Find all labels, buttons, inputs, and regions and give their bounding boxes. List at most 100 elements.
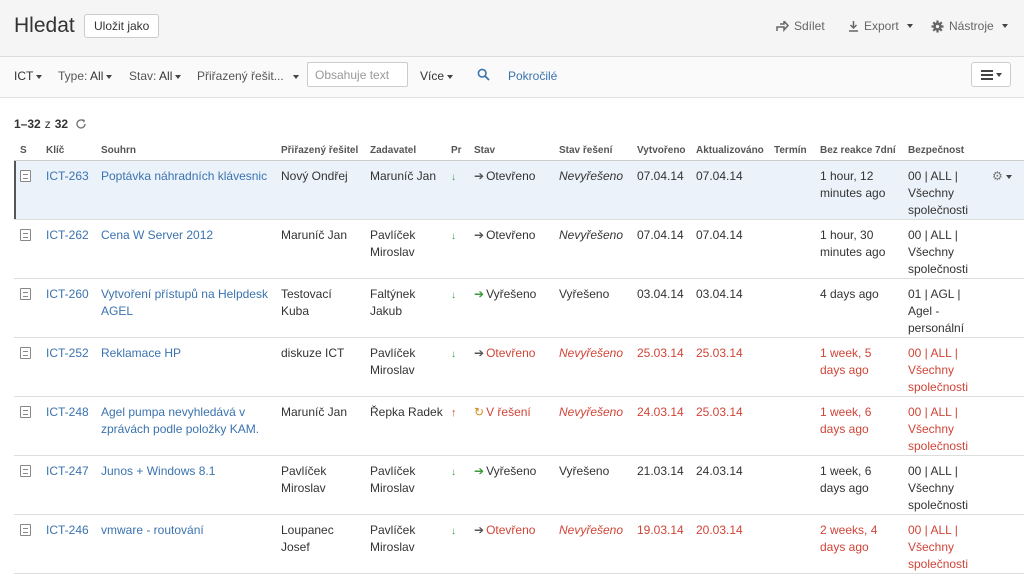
issue-key-link[interactable]: ICT-247 [40,455,95,515]
issue-summary-link[interactable]: Junos + Windows 8.1 [95,455,275,515]
assignee-cell: Pavlíček Miroslav [275,455,364,515]
issue-type-cell [14,160,40,220]
resolved-status-icon: ➔ [474,464,485,478]
chevron-down-icon [175,74,182,79]
page-title: Hledat [14,14,75,37]
issue-key-link[interactable]: ICT-252 [40,337,95,397]
column-header[interactable]: Bez reakce 7dní [814,141,902,161]
security-cell: 00 | ALL | Všechny společnosti [902,455,986,515]
open-status-icon: ➔ [474,169,485,183]
column-header[interactable]: Vytvořeno [631,141,690,161]
chevron-down-icon [293,74,300,79]
export-menu[interactable]: Export [848,19,913,33]
column-header[interactable]: Termín [768,141,814,161]
created-cell: 07.04.14 [631,160,690,220]
status-cell: ➔ Otevřeno [468,160,553,220]
priority-cell: ↓ [445,219,468,279]
export-label: Export [864,19,899,33]
due-cell [768,396,814,456]
row-actions-cell [986,514,1024,574]
assignee-cell: Maruníč Jan [275,219,364,279]
table-row[interactable]: ICT-263 Poptávka náhradních klávesnic Nový… [14,160,1024,220]
issue-summary-link[interactable]: vmware - routování [95,514,275,574]
chevron-down-icon [447,74,454,79]
created-cell: 03.04.14 [631,278,690,338]
column-header[interactable]: Zadavatel [364,141,445,161]
assignee-cell: Testovací Kuba [275,278,364,338]
resolution-cell: Nevyřešeno [553,160,631,220]
more-filters-label: Více [420,69,445,83]
reporter-cell: Řepka Radek [364,396,445,456]
refresh-icon[interactable] [75,118,87,130]
type-filter-label: Type: [58,69,88,83]
status-filter[interactable]: Stav: All [129,69,182,83]
column-header[interactable]: S [14,141,40,161]
assignee-cell: Nový Ondřej [275,160,364,220]
security-cell: 01 | AGL | Agel - personální [902,278,986,338]
status-label: Otevřeno [486,346,536,360]
chevron-down-icon [906,24,913,28]
row-actions-button[interactable]: ⚙ [992,169,1012,183]
column-header[interactable]: Souhrn [95,141,275,161]
share-button[interactable]: Sdílet [776,19,825,33]
type-filter[interactable]: Type: All [58,69,113,83]
assignee-filter-label: Přiřazený řešit... [197,69,284,83]
column-header[interactable]: Pr [445,141,468,161]
priority-cell: ↑ [445,396,468,456]
open-status-icon: ➔ [474,346,485,360]
column-header[interactable]: Přiřazený řešitel [275,141,364,161]
issue-key-link[interactable]: ICT-262 [40,219,95,279]
updated-cell: 25.03.14 [690,396,768,456]
tools-menu[interactable]: Nástroje [931,19,1008,33]
advanced-search-link[interactable]: Pokročilé [508,69,557,83]
priority-low-icon: ↓ [451,467,456,478]
assignee-filter[interactable]: Přiřazený řešit... [197,69,300,83]
column-header[interactable]: Stav [468,141,553,161]
task-icon [20,170,31,182]
row-actions-cell [986,219,1024,279]
column-header[interactable]: Aktualizováno [690,141,768,161]
issue-key-link[interactable]: ICT-263 [40,160,95,220]
column-header[interactable]: Stav řešení [553,141,631,161]
security-cell: 00 | ALL | Všechny společnosti [902,160,986,220]
open-status-icon: ➔ [474,523,485,537]
issue-summary-link[interactable]: Agel pumpa nevyhledává v zprávách podle … [95,396,275,456]
table-row[interactable]: ICT-248 Agel pumpa nevyhledává v zprávách… [14,396,1024,456]
issue-type-cell [14,396,40,456]
text-search-input[interactable] [307,62,408,87]
created-cell: 24.03.14 [631,396,690,456]
no-reaction-cell: 1 hour, 30 minutes ago [814,219,902,279]
table-row[interactable]: ICT-262 Cena W Server 2012 Maruníč Jan Pavl… [14,219,1024,279]
resolution-cell: Nevyřešeno [553,337,631,397]
layout-menu-button[interactable] [971,62,1011,87]
save-as-button[interactable]: Uložit jako [84,14,160,38]
updated-cell: 03.04.14 [690,278,768,338]
issue-summary-link[interactable]: Vytvoření přístupů na Helpdesk AGEL [95,278,275,338]
status-filter-value: All [159,69,173,83]
issue-key-link[interactable]: ICT-260 [40,278,95,338]
task-icon [20,288,31,300]
more-filters[interactable]: Více [420,69,454,83]
gear-icon [931,19,944,33]
resolution-cell: Nevyřešeno [553,514,631,574]
table-row[interactable]: ICT-246 vmware - routování Loupanec Josef P… [14,514,1024,574]
issue-key-link[interactable]: ICT-248 [40,396,95,456]
table-row[interactable]: ICT-247 Junos + Windows 8.1 Pavlíček Miros… [14,455,1024,515]
reporter-cell: Pavlíček Miroslav [364,219,445,279]
table-row[interactable]: ICT-252 Reklamace HP diskuze ICT Pavlíček M… [14,337,1024,397]
issue-summary-link[interactable]: Poptávka náhradních klávesnic [95,160,275,220]
due-cell [768,219,814,279]
table-row[interactable]: ICT-260 Vytvoření přístupů na Helpdesk AG… [14,278,1024,338]
project-filter[interactable]: ICT [14,69,43,83]
security-cell: 00 | ALL | Všechny společnosti [902,337,986,397]
issue-key-link[interactable]: ICT-246 [40,514,95,574]
project-filter-value: ICT [14,69,34,83]
column-header[interactable]: Klíč [40,141,95,161]
search-icon [477,68,490,81]
issue-summary-link[interactable]: Reklamace HP [95,337,275,397]
search-button[interactable] [477,68,490,84]
issue-summary-link[interactable]: Cena W Server 2012 [95,219,275,279]
column-header[interactable]: Bezpečnost [902,141,986,161]
no-reaction-cell: 1 week, 6 days ago [814,455,902,515]
security-cell: 00 | ALL | Všechny společnosti [902,396,986,456]
